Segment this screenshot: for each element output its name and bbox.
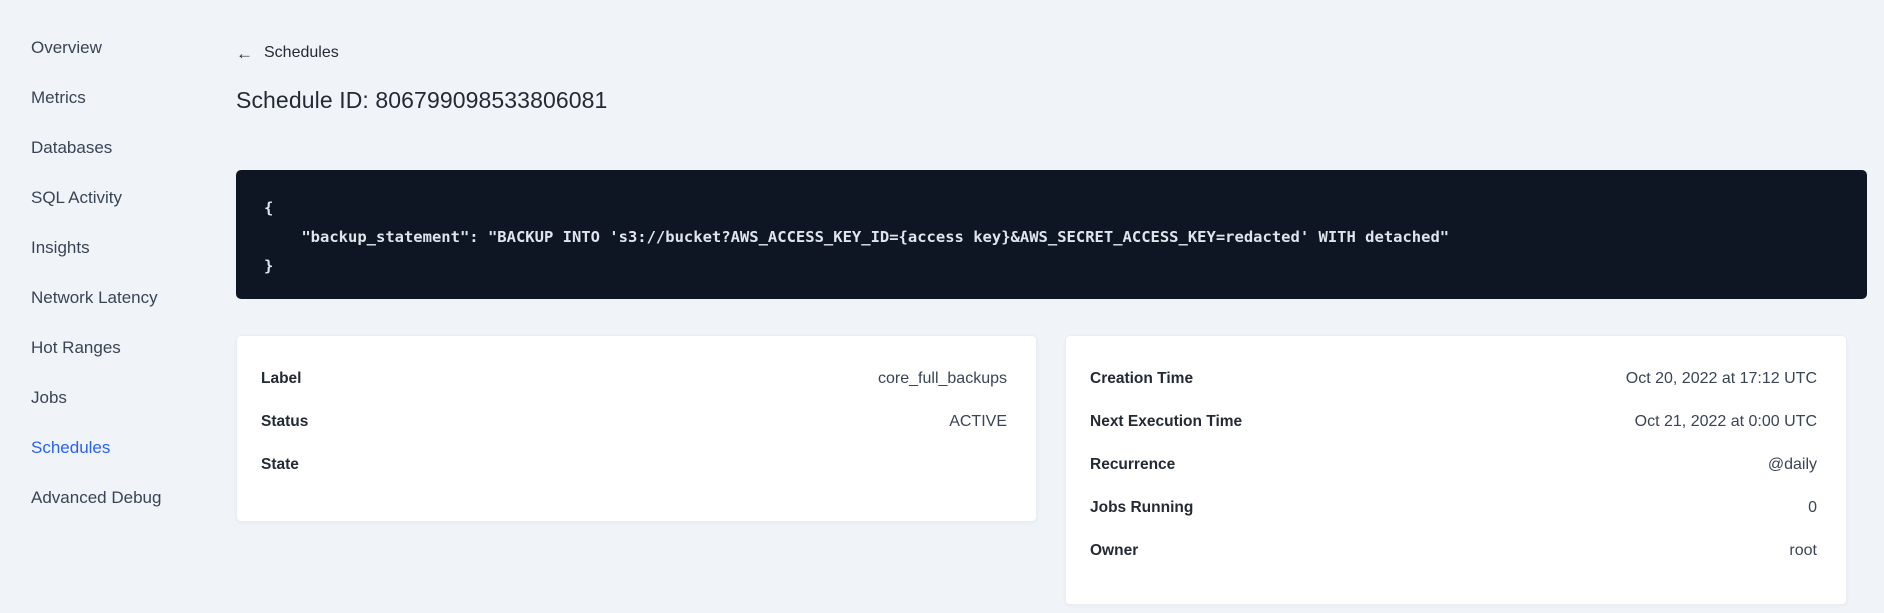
sidebar-item-metrics[interactable]: Metrics — [31, 73, 236, 123]
row-value: @daily — [1767, 456, 1817, 473]
sidebar-item-network-latency[interactable]: Network Latency — [31, 273, 236, 323]
row-value: ACTIVE — [949, 413, 1007, 430]
detail-row-status: Status ACTIVE — [261, 401, 1007, 444]
back-link-label: Schedules — [264, 44, 339, 61]
row-label: Label — [261, 370, 302, 387]
code-line: } — [264, 256, 274, 275]
sidebar-item-sql-activity[interactable]: SQL Activity — [31, 173, 236, 223]
code-line: { — [264, 198, 274, 217]
row-value: Oct 21, 2022 at 0:00 UTC — [1634, 413, 1817, 430]
row-value: root — [1789, 542, 1817, 559]
detail-row-recurrence: Recurrence @daily — [1090, 444, 1817, 487]
detail-row-next-execution-time: Next Execution Time Oct 21, 2022 at 0:00… — [1090, 401, 1817, 444]
row-value: core_full_backups — [878, 370, 1007, 387]
sidebar-item-advanced-debug[interactable]: Advanced Debug — [31, 473, 236, 523]
code-line: "backup_statement": "BACKUP INTO 's3://b… — [264, 227, 1450, 246]
back-arrow-icon: ← — [236, 43, 253, 63]
row-label: Recurrence — [1090, 456, 1176, 473]
row-label: Next Execution Time — [1090, 413, 1243, 430]
detail-row-state: State — [261, 444, 1007, 487]
back-to-schedules-link[interactable]: ← Schedules — [236, 44, 339, 62]
row-label: Jobs Running — [1090, 499, 1194, 516]
schedule-execution-card: Creation Time Oct 20, 2022 at 17:12 UTC … — [1065, 334, 1847, 605]
schedule-statement-code-block: { "backup_statement": "BACKUP INTO 's3:/… — [236, 169, 1867, 299]
sidebar-item-overview[interactable]: Overview — [31, 23, 236, 73]
row-label: State — [261, 456, 299, 473]
row-label: Owner — [1090, 542, 1139, 559]
main-content: ← Schedules Schedule ID: 806799098533806… — [236, 0, 1884, 613]
detail-row-owner: Owner root — [1090, 530, 1817, 573]
sidebar-item-databases[interactable]: Databases — [31, 123, 236, 173]
detail-row-creation-time: Creation Time Oct 20, 2022 at 17:12 UTC — [1090, 358, 1817, 401]
sidebar-item-jobs[interactable]: Jobs — [31, 373, 236, 423]
sidebar-item-hot-ranges[interactable]: Hot Ranges — [31, 323, 236, 373]
row-label: Creation Time — [1090, 370, 1194, 387]
detail-row-jobs-running: Jobs Running 0 — [1090, 487, 1817, 530]
page: Overview Metrics Databases SQL Activity … — [0, 0, 1884, 613]
row-label: Status — [261, 413, 309, 430]
schedule-details-card: Label core_full_backups Status ACTIVE St… — [236, 334, 1037, 522]
row-value: Oct 20, 2022 at 17:12 UTC — [1625, 370, 1817, 387]
page-title: Schedule ID: 806799098533806081 — [236, 86, 608, 113]
sidebar-nav: Overview Metrics Databases SQL Activity … — [0, 0, 236, 613]
row-value: 0 — [1808, 499, 1817, 516]
sidebar-item-schedules[interactable]: Schedules — [31, 423, 236, 473]
summary-cards-row: Label core_full_backups Status ACTIVE St… — [236, 334, 1867, 605]
detail-row-label: Label core_full_backups — [261, 358, 1007, 401]
sidebar-item-insights[interactable]: Insights — [31, 223, 236, 273]
